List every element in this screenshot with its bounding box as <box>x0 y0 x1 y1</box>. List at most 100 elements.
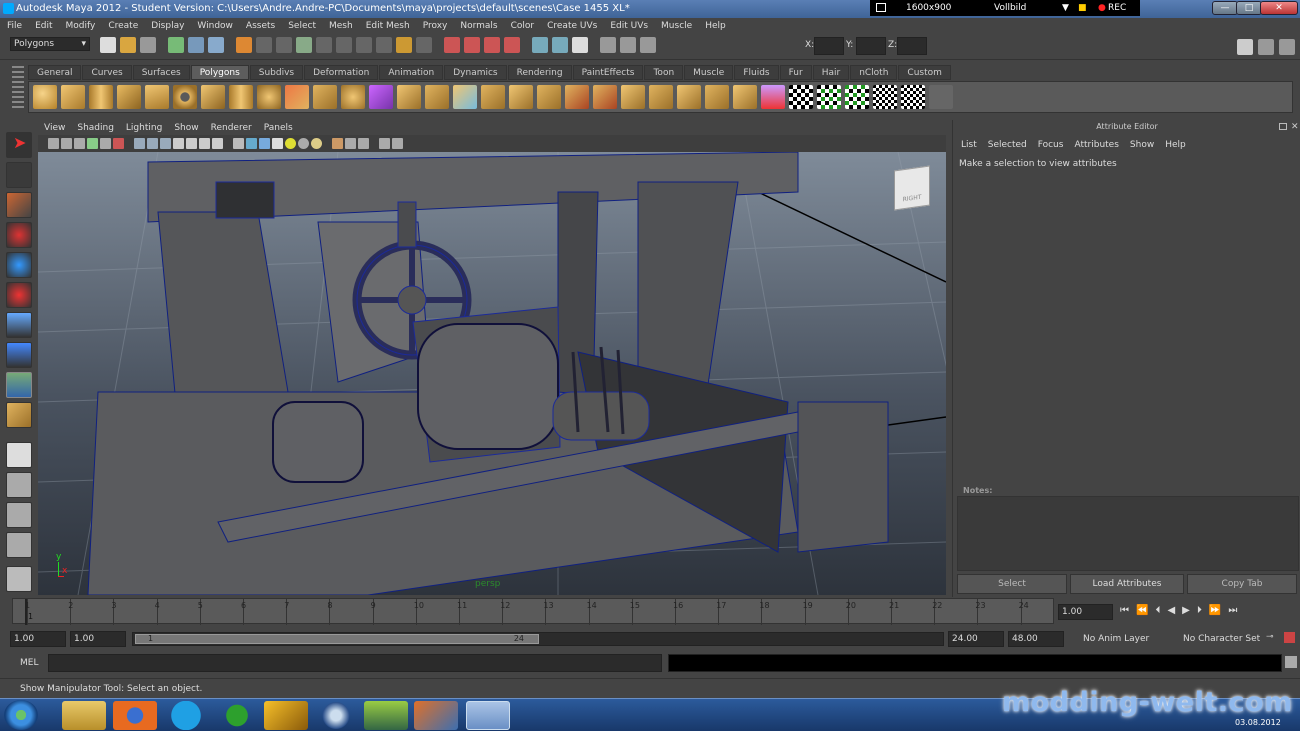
xray-icon[interactable] <box>345 138 356 149</box>
bridge-icon[interactable] <box>425 85 449 109</box>
menu-select[interactable]: Select <box>288 21 316 31</box>
channel-box-icon[interactable] <box>1258 39 1274 55</box>
go-to-end-icon[interactable]: ⏭ <box>1228 605 1237 616</box>
go-to-start-icon[interactable]: ⏮ <box>1120 605 1129 616</box>
lasso-tool-icon[interactable] <box>6 162 32 188</box>
tab-surfaces[interactable]: Surfaces <box>132 64 190 80</box>
tab-ncloth[interactable]: nCloth <box>850 64 898 80</box>
sculpt-icon[interactable] <box>761 85 785 109</box>
render-icon[interactable] <box>532 37 548 53</box>
xray-joints-icon[interactable] <box>358 138 369 149</box>
playback-start-field[interactable]: 1.00 <box>70 631 126 647</box>
wireframe-icon[interactable] <box>233 138 244 149</box>
attr-menu-focus[interactable]: Focus <box>1038 140 1064 150</box>
attr-menu-selected[interactable]: Selected <box>988 140 1027 150</box>
history-icon[interactable] <box>444 37 460 53</box>
face-icon[interactable] <box>296 37 312 53</box>
tab-painteffects[interactable]: PaintEffects <box>572 64 644 80</box>
explorer-icon[interactable] <box>62 701 106 730</box>
script-editor-icon[interactable] <box>1285 656 1297 668</box>
tab-muscle[interactable]: Muscle <box>684 64 734 80</box>
tab-hair[interactable]: Hair <box>812 64 850 80</box>
resolution-gate-icon[interactable] <box>160 138 171 149</box>
combine-icon[interactable] <box>285 85 309 109</box>
smooth-icon[interactable] <box>341 85 365 109</box>
uv-planar-icon[interactable] <box>677 85 701 109</box>
rotate-tool-icon[interactable] <box>6 252 32 278</box>
poly-cube-icon[interactable] <box>61 85 85 109</box>
close-panel-icon[interactable]: ✕ <box>1291 122 1299 132</box>
image-plane-icon[interactable] <box>87 138 98 149</box>
record-icon[interactable]: ● <box>1098 3 1106 13</box>
panel-menu-renderer[interactable]: Renderer <box>211 123 252 133</box>
four-view-layout-icon[interactable] <box>6 472 32 498</box>
select-tool-icon[interactable]: ➤ <box>6 132 32 158</box>
menu-help[interactable]: Help <box>705 21 726 31</box>
soft-modification-icon[interactable] <box>6 342 32 368</box>
media-center-icon[interactable] <box>314 701 358 730</box>
grid-icon[interactable] <box>134 138 145 149</box>
float-panel-icon[interactable] <box>1279 123 1287 130</box>
tool-settings-icon[interactable] <box>1279 39 1295 55</box>
point-icon[interactable] <box>256 37 272 53</box>
split-icon[interactable] <box>481 85 505 109</box>
play-backward-icon[interactable]: ◀ <box>1167 605 1175 616</box>
step-forward-frame-icon[interactable]: ⏵ <box>1197 605 1202 616</box>
select-component-icon[interactable] <box>208 37 224 53</box>
mask-icon[interactable] <box>236 37 252 53</box>
tab-dynamics[interactable]: Dynamics <box>444 64 507 80</box>
checker-layout-icon[interactable] <box>817 85 841 109</box>
poly-cylinder-icon[interactable] <box>89 85 113 109</box>
menu-modify[interactable]: Modify <box>66 21 96 31</box>
grease-pencil-icon[interactable] <box>113 138 124 149</box>
tab-polygons[interactable]: Polygons <box>190 64 249 80</box>
maximize-button[interactable]: □ <box>1236 1 1262 15</box>
ik-icon[interactable] <box>484 37 500 53</box>
two-d-pan-icon[interactable] <box>100 138 111 149</box>
highlight-icon[interactable] <box>416 37 432 53</box>
menu-create[interactable]: Create <box>108 21 138 31</box>
checker-uv-icon[interactable] <box>789 85 813 109</box>
camera-select-icon[interactable] <box>48 138 59 149</box>
checker-texture-icon[interactable] <box>901 85 925 109</box>
move-tool-icon[interactable] <box>6 222 32 248</box>
hud-icon[interactable] <box>379 138 390 149</box>
edge-icon[interactable] <box>276 37 292 53</box>
snap-curve-icon[interactable] <box>336 37 352 53</box>
textured-icon[interactable] <box>272 138 283 149</box>
last-tool-icon[interactable] <box>6 402 32 428</box>
range-slider[interactable]: 1 24 <box>132 632 944 646</box>
start-button-icon[interactable] <box>4 700 38 730</box>
relative-icon[interactable] <box>640 37 656 53</box>
notes-textarea[interactable] <box>957 496 1299 571</box>
close-button[interactable]: ✕ <box>1260 1 1298 15</box>
time-slider[interactable]: 1 1 2 3 4 5 6 7 8 9 10 11 12 13 14 15 16 17 18 19 20 21 22 23 2… <box>12 598 1054 625</box>
menu-muscle[interactable]: Muscle <box>661 21 692 31</box>
checker-relax-icon[interactable] <box>873 85 897 109</box>
notepad-icon[interactable] <box>364 701 408 730</box>
step-back-key-icon[interactable]: ⏪ <box>1136 605 1148 616</box>
smooth-shade-icon[interactable] <box>246 138 257 149</box>
snap-icon[interactable] <box>316 37 332 53</box>
uv-spherical-icon[interactable] <box>733 85 757 109</box>
firefox-icon[interactable] <box>113 701 157 730</box>
tab-toon[interactable]: Toon <box>644 64 684 80</box>
persp-outliner-layout-icon[interactable] <box>6 502 32 528</box>
field-chart-icon[interactable] <box>186 138 197 149</box>
menu-edit-uvs[interactable]: Edit UVs <box>610 21 648 31</box>
anim-layer-dropdown[interactable]: No Anim Layer <box>1083 634 1149 644</box>
tab-general[interactable]: General <box>28 64 82 80</box>
z-field[interactable] <box>897 37 927 55</box>
magnet-icon[interactable] <box>504 37 520 53</box>
tool-app-icon[interactable] <box>414 701 458 730</box>
x-field[interactable] <box>814 37 844 55</box>
tab-fur[interactable]: Fur <box>779 64 812 80</box>
copy-tab-button[interactable]: Copy Tab <box>1187 574 1297 594</box>
poly-sphere-icon[interactable] <box>33 85 57 109</box>
tab-animation[interactable]: Animation <box>379 64 444 80</box>
camera-icon[interactable]: ■ <box>1078 3 1087 13</box>
select-object-icon[interactable] <box>188 37 204 53</box>
menu-color[interactable]: Color <box>511 21 535 31</box>
menu-create-uvs[interactable]: Create UVs <box>547 21 597 31</box>
film-gate-icon[interactable] <box>147 138 158 149</box>
